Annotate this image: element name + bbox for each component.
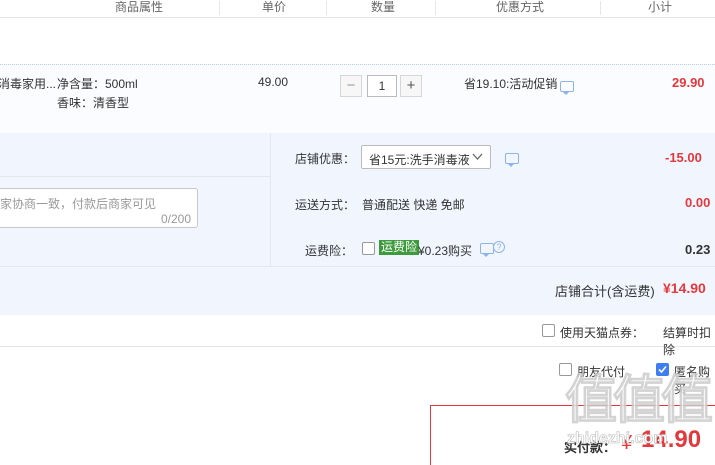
message-counter: 0/200 <box>160 212 191 226</box>
chevron-down-icon <box>472 153 483 160</box>
shop-discount-amount: -15.00 <box>665 150 702 165</box>
tmall-points-checkbox[interactable] <box>542 324 555 337</box>
watermark-site: zhidezhi.com <box>567 430 668 448</box>
item-attr-scent: 香味：清香型 <box>57 96 130 110</box>
help-icon[interactable]: ? <box>493 241 505 253</box>
chat-icon[interactable] <box>480 243 494 257</box>
shipping-label: 运送方式： <box>295 198 356 212</box>
header-subtotal: 小计 <box>648 0 673 14</box>
insurance-price: ¥0.23购买 <box>418 244 473 258</box>
insurance-label: 运费险： <box>305 244 354 258</box>
seller-message-textarea[interactable]: 家协商一致，付款后商家可见 0/200 <box>0 188 198 228</box>
tmall-points-label: 使用天猫点券： <box>560 326 645 340</box>
quantity-input[interactable]: 1 <box>367 75 397 97</box>
cart-item-row: 消毒家用... 净含量：500ml 香味：清香型 49.00 − 1 + 省19… <box>0 64 715 134</box>
header-divider <box>600 1 601 15</box>
panel-divider <box>0 266 715 267</box>
shop-total-label: 店铺合计(含运费) <box>555 284 655 299</box>
header-qty: 数量 <box>371 0 396 14</box>
table-header: 商品属性 单价 数量 优惠方式 小计 <box>0 0 715 18</box>
shop-total-amount: ¥14.90 <box>663 280 706 296</box>
section-divider <box>0 346 715 347</box>
item-subtotal: 29.90 <box>672 75 705 90</box>
shipping-value: 普通配送 快递 免邮 <box>362 198 465 212</box>
quantity-plus-button[interactable]: + <box>400 75 422 97</box>
shop-discount-label: 店铺优惠： <box>295 152 356 166</box>
item-promo: 省19.10:活动促销 <box>464 77 558 91</box>
insurance-badge: 运费险 <box>379 240 420 255</box>
panel-divider <box>0 176 270 177</box>
item-unit-price: 49.00 <box>258 75 289 89</box>
shipping-amount: 0.00 <box>685 195 711 210</box>
insurance-checkbox[interactable] <box>362 242 375 255</box>
header-divider <box>219 1 220 15</box>
header-attr: 商品属性 <box>115 0 164 14</box>
chat-icon[interactable] <box>505 153 519 167</box>
item-attr-capacity: 净含量：500ml <box>57 77 138 91</box>
header-divider <box>326 1 327 15</box>
header-divider <box>435 1 436 15</box>
insurance-amount: 0.23 <box>685 242 711 257</box>
select-value: 省15元:洗手消毒液 <box>369 153 470 167</box>
panel-divider <box>270 133 271 266</box>
header-promo: 优惠方式 <box>496 0 545 14</box>
header-price: 单价 <box>262 0 287 14</box>
watermark-logo: 值值值 <box>564 372 713 431</box>
chat-icon[interactable] <box>560 81 574 95</box>
quantity-minus-button[interactable]: − <box>340 75 362 97</box>
shop-discount-select[interactable]: 省15元:洗手消毒液 <box>361 145 491 169</box>
item-title[interactable]: 消毒家用... <box>0 75 56 92</box>
message-placeholder: 家协商一致，付款后商家可见 <box>0 197 157 211</box>
tmall-points-note: 结算时扣除 <box>663 326 712 357</box>
